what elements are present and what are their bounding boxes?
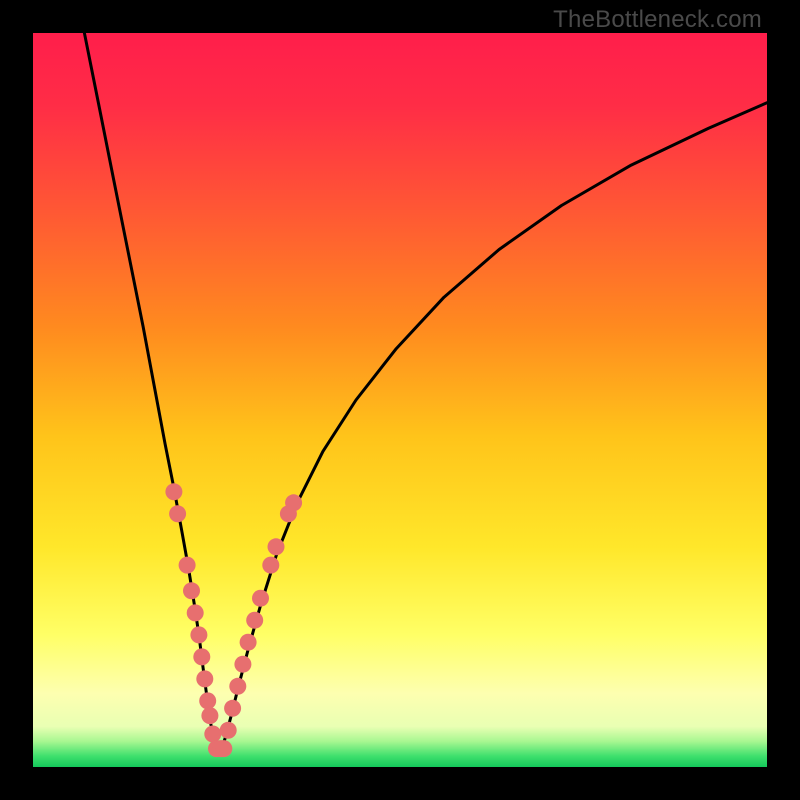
data-dot	[246, 612, 263, 629]
curve-right-curve	[221, 103, 767, 753]
data-dot	[229, 678, 246, 695]
data-dot	[285, 494, 302, 511]
data-dot	[199, 692, 216, 709]
chart-svg	[33, 33, 767, 767]
scatter-dots	[165, 483, 302, 757]
data-dot	[204, 726, 221, 743]
data-dot	[187, 604, 204, 621]
data-dot	[240, 634, 257, 651]
data-dot	[196, 670, 213, 687]
data-dot	[262, 557, 279, 574]
data-dot	[268, 538, 285, 555]
data-dot	[234, 656, 251, 673]
watermark-text: TheBottleneck.com	[553, 6, 762, 34]
data-dot	[179, 557, 196, 574]
data-dot	[183, 582, 200, 599]
curve-left-curve	[84, 33, 216, 752]
data-dot	[165, 483, 182, 500]
data-dot	[193, 648, 210, 665]
data-dot	[201, 707, 218, 724]
plot-area	[33, 33, 767, 767]
bottleneck-curves	[84, 33, 767, 752]
data-dot	[252, 590, 269, 607]
chart-frame: TheBottleneck.com	[0, 0, 800, 800]
data-dot	[169, 505, 186, 522]
data-dot	[220, 722, 237, 739]
data-dot	[190, 626, 207, 643]
data-dot	[215, 740, 232, 757]
data-dot	[224, 700, 241, 717]
